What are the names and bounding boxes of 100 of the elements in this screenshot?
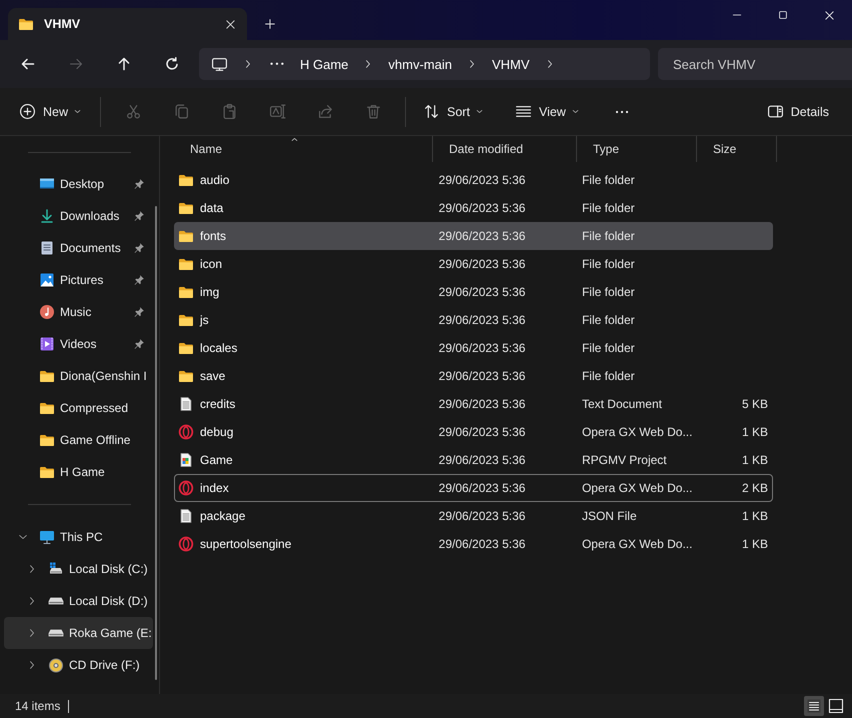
sidebar-item[interactable]: Compressed — [4, 392, 153, 424]
new-button[interactable]: New — [10, 94, 92, 128]
file-row[interactable]: package 29/06/2023 5:36 JSON File 1 KB — [174, 502, 773, 530]
folder-icon — [178, 256, 194, 272]
column-header[interactable]: Size — [697, 136, 777, 162]
opera-icon — [178, 480, 194, 496]
breadcrumb[interactable]: VHMV — [482, 56, 540, 72]
share-icon — [316, 103, 334, 120]
column-header[interactable]: Type — [577, 136, 697, 162]
date-modified: 29/06/2023 5:36 — [438, 537, 526, 551]
date-modified: 29/06/2023 5:36 — [438, 369, 526, 383]
date-modified: 29/06/2023 5:36 — [438, 341, 526, 355]
sidebar-item[interactable]: Local Disk (D:) — [4, 585, 153, 617]
pictures-icon — [39, 272, 55, 288]
sidebar-item[interactable]: Downloads — [4, 200, 153, 232]
sidebar-item[interactable]: Diona(Genshin I — [4, 360, 153, 392]
file-row[interactable]: data 29/06/2023 5:36 File folder — [174, 194, 773, 222]
file-name: data — [200, 201, 224, 215]
file-row[interactable]: save 29/06/2023 5:36 File folder — [174, 362, 773, 390]
file-name: locales — [200, 341, 238, 355]
folder-icon — [178, 200, 194, 216]
breadcrumb[interactable]: vhmv-main — [378, 56, 462, 72]
scrollbar[interactable] — [155, 206, 157, 680]
sidebar-item[interactable]: Videos — [4, 328, 153, 360]
sidebar-item[interactable]: Roka Game (E: — [4, 617, 153, 649]
column-header[interactable]: Date modified — [433, 136, 577, 162]
sort-button[interactable]: Sort — [414, 94, 494, 128]
folder-icon — [39, 400, 55, 416]
sidebar-item[interactable]: This PC — [4, 521, 153, 553]
maximize-icon[interactable] — [777, 9, 789, 21]
file-row[interactable]: debug 29/06/2023 5:36 Opera GX Web Do... 1 KB — [174, 418, 773, 446]
address-bar[interactable]: H Game vhmv-main VHMV — [199, 48, 650, 80]
sidebar-item[interactable]: Pictures — [4, 264, 153, 296]
file-row[interactable]: locales 29/06/2023 5:36 File folder — [174, 334, 773, 362]
file-size: 1 KB — [742, 425, 768, 439]
file-row[interactable]: credits 29/06/2023 5:36 Text Document 5 KB — [174, 390, 773, 418]
plus-icon[interactable] — [263, 17, 277, 31]
preview-view-button[interactable] — [826, 696, 846, 716]
file-row[interactable]: Game 29/06/2023 5:36 RPGMV Project 1 KB — [174, 446, 773, 474]
computer-icon — [211, 56, 228, 72]
view-button[interactable]: View — [506, 94, 590, 128]
pin-icon — [133, 178, 145, 190]
date-modified: 29/06/2023 5:36 — [438, 509, 526, 523]
folder-icon — [178, 172, 194, 188]
up-arrow-icon — [116, 56, 132, 72]
close-icon[interactable] — [224, 18, 237, 30]
sidebar-item[interactable]: Music — [4, 296, 153, 328]
file-row[interactable]: fonts 29/06/2023 5:36 File folder — [174, 222, 773, 250]
opera-icon — [178, 536, 194, 552]
search-field[interactable]: Search VHMV — [658, 48, 852, 80]
file-name: credits — [200, 397, 236, 411]
pin-icon — [133, 210, 145, 222]
file-size: 1 KB — [742, 509, 768, 523]
drive-icon — [48, 597, 64, 605]
folder-icon — [39, 432, 55, 448]
file-type: Opera GX Web Do... — [582, 537, 692, 551]
file-name: save — [200, 369, 226, 383]
clipboard-icon — [220, 103, 238, 120]
sidebar-item[interactable]: Game Offline — [4, 424, 153, 456]
sidebar-item[interactable]: H Game — [4, 456, 153, 488]
date-modified: 29/06/2023 5:36 — [438, 229, 526, 243]
date-modified: 29/06/2023 5:36 — [438, 257, 526, 271]
date-modified: 29/06/2023 5:36 — [438, 201, 526, 215]
file-name: package — [200, 509, 246, 523]
ellipsis-icon[interactable] — [270, 62, 284, 66]
file-row[interactable]: js 29/06/2023 5:36 File folder — [174, 306, 773, 334]
preview-pane-icon — [828, 698, 844, 714]
sidebar-item[interactable]: Local Disk (C:) — [4, 553, 153, 585]
file-name: img — [200, 285, 220, 299]
breadcrumb[interactable]: H Game — [290, 56, 358, 72]
folder-icon — [39, 368, 55, 384]
sidebar-item[interactable]: Desktop — [4, 168, 153, 200]
file-row[interactable]: icon 29/06/2023 5:36 File folder — [174, 250, 773, 278]
details-pane-icon — [766, 103, 784, 120]
sidebar-item[interactable]: Documents — [4, 232, 153, 264]
file-name: icon — [200, 257, 222, 271]
file-name: audio — [200, 173, 230, 187]
list-view-icon — [806, 698, 822, 714]
date-modified: 29/06/2023 5:36 — [438, 313, 526, 327]
videos-icon — [39, 336, 55, 352]
scissors-icon — [124, 103, 142, 120]
file-name: fonts — [200, 229, 226, 243]
file-size: 1 KB — [742, 453, 768, 467]
file-row[interactable]: supertoolsengine 29/06/2023 5:36 Opera GX Web Do... 1 KB — [174, 530, 773, 558]
file-type: File folder — [582, 173, 635, 187]
folder-icon — [18, 16, 34, 32]
details-view-button[interactable] — [804, 696, 824, 716]
sidebar-item[interactable]: CD Drive (F:) — [4, 649, 153, 681]
close-icon[interactable] — [822, 8, 836, 22]
file-type: Text Document — [582, 397, 662, 411]
column-header[interactable]: Name — [174, 136, 433, 162]
item-count: 14 items — [15, 700, 70, 712]
file-name: index — [200, 481, 229, 495]
file-row[interactable]: index 29/06/2023 5:36 Opera GX Web Do... 2 KB — [174, 474, 773, 502]
tab[interactable]: VHMV — [8, 8, 247, 40]
file-row[interactable]: img 29/06/2023 5:36 File folder — [174, 278, 773, 306]
project-file-icon — [178, 452, 194, 468]
details-button[interactable]: Details — [758, 94, 838, 128]
file-row[interactable]: audio 29/06/2023 5:36 File folder — [174, 166, 773, 194]
folder-icon — [178, 228, 194, 244]
